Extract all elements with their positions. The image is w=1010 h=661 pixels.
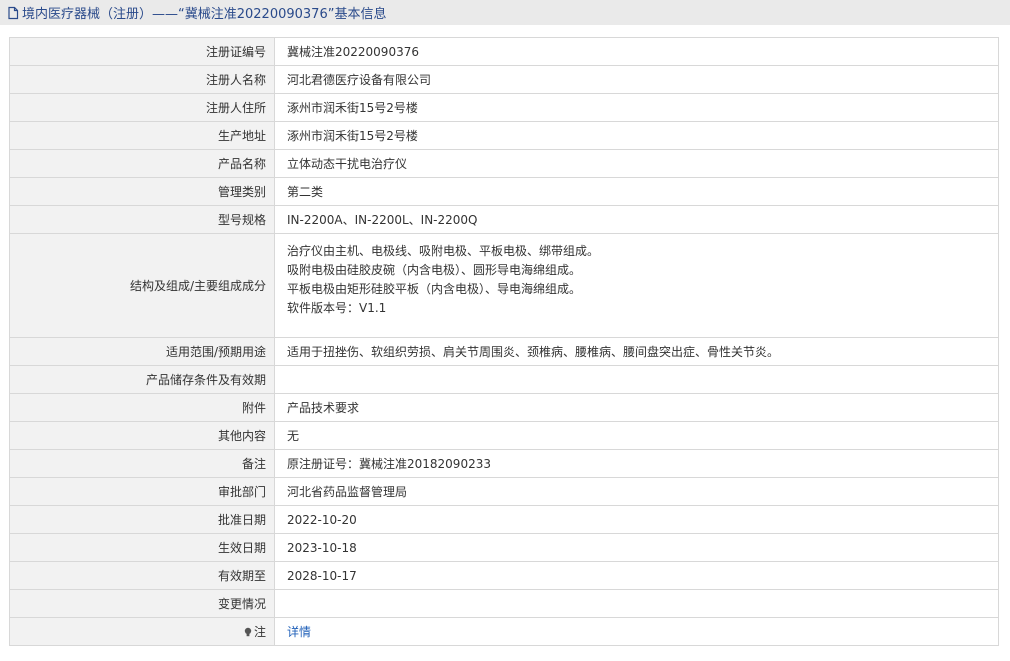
field-value: 详情 <box>274 617 999 646</box>
table-row: 批准日期 2022-10-20 <box>9 505 999 534</box>
page-header: 境内医疗器械（注册）——“冀械注准20220090376”基本信息 <box>0 0 1010 25</box>
field-value: 治疗仪由主机、电极线、吸附电极、平板电极、绑带组成。 吸附电极由硅胶皮碗（内含电… <box>274 233 999 338</box>
field-value: 河北省药品监督管理局 <box>274 477 999 506</box>
field-value <box>274 365 999 394</box>
field-value: 2023-10-18 <box>274 533 999 562</box>
table-row: 附件 产品技术要求 <box>9 393 999 422</box>
field-label: 型号规格 <box>9 205 275 234</box>
table-row: 管理类别 第二类 <box>9 177 999 206</box>
field-label: 注册人名称 <box>9 65 275 94</box>
table-row: 备注 原注册证号：冀械注准20182090233 <box>9 449 999 478</box>
field-label: 注册人住所 <box>9 93 275 122</box>
field-label: 注 <box>253 625 266 639</box>
field-value: 适用于扭挫伤、软组织劳损、肩关节周围炎、颈椎病、腰椎病、腰间盘突出症、骨性关节炎… <box>274 337 999 366</box>
field-label: 生产地址 <box>9 121 275 150</box>
field-value: 第二类 <box>274 177 999 206</box>
composition-line: 平板电极由矩形硅胶平板（内含电极）、导电海绵组成。 <box>287 282 582 296</box>
table-row: 适用范围/预期用途 适用于扭挫伤、软组织劳损、肩关节周围炎、颈椎病、腰椎病、腰间… <box>9 337 999 366</box>
table-row: 变更情况 <box>9 589 999 618</box>
field-label: 有效期至 <box>9 561 275 590</box>
document-icon <box>6 6 20 20</box>
note-label-cell: 注 <box>9 617 275 646</box>
table-row: 注册证编号 冀械注准20220090376 <box>9 37 999 66</box>
field-value: 原注册证号：冀械注准20182090233 <box>274 449 999 478</box>
lightbulb-icon <box>243 626 253 637</box>
field-label: 批准日期 <box>9 505 275 534</box>
page-title: 境内医疗器械（注册）——“冀械注准20220090376”基本信息 <box>22 7 387 22</box>
field-value: 2022-10-20 <box>274 505 999 534</box>
field-value <box>274 589 999 618</box>
table-row: 注 详情 <box>9 617 999 646</box>
field-label: 产品名称 <box>9 149 275 178</box>
table-row: 结构及组成/主要组成成分 治疗仪由主机、电极线、吸附电极、平板电极、绑带组成。 … <box>9 233 999 338</box>
field-label: 适用范围/预期用途 <box>9 337 275 366</box>
table-row: 生效日期 2023-10-18 <box>9 533 999 562</box>
field-value: IN-2200A、IN-2200L、IN-2200Q <box>274 205 999 234</box>
field-label: 变更情况 <box>9 589 275 618</box>
field-value: 冀械注准20220090376 <box>274 37 999 66</box>
field-label: 附件 <box>9 393 275 422</box>
field-value: 涿州市润禾街15号2号楼 <box>274 121 999 150</box>
table-row: 有效期至 2028-10-17 <box>9 561 999 590</box>
table-row: 型号规格 IN-2200A、IN-2200L、IN-2200Q <box>9 205 999 234</box>
field-label: 审批部门 <box>9 477 275 506</box>
field-label: 注册证编号 <box>9 37 275 66</box>
table-row: 产品储存条件及有效期 <box>9 365 999 394</box>
info-table: 注册证编号 冀械注准20220090376 注册人名称 河北君德医疗设备有限公司… <box>9 37 999 646</box>
composition-line: 吸附电极由硅胶皮碗（内含电极）、圆形导电海绵组成。 <box>287 263 582 277</box>
field-value: 产品技术要求 <box>274 393 999 422</box>
table-row: 生产地址 涿州市润禾街15号2号楼 <box>9 121 999 150</box>
table-row: 注册人名称 河北君德医疗设备有限公司 <box>9 65 999 94</box>
details-link[interactable]: 详情 <box>287 625 311 639</box>
field-value: 无 <box>274 421 999 450</box>
table-row: 产品名称 立体动态干扰电治疗仪 <box>9 149 999 178</box>
field-label: 生效日期 <box>9 533 275 562</box>
field-value: 河北君德医疗设备有限公司 <box>274 65 999 94</box>
table-row: 审批部门 河北省药品监督管理局 <box>9 477 999 506</box>
composition-line: 软件版本号：V1.1 <box>287 301 387 315</box>
table-row: 其他内容 无 <box>9 421 999 450</box>
field-value: 立体动态干扰电治疗仪 <box>274 149 999 178</box>
table-row: 注册人住所 涿州市润禾街15号2号楼 <box>9 93 999 122</box>
field-label: 其他内容 <box>9 421 275 450</box>
field-value: 涿州市润禾街15号2号楼 <box>274 93 999 122</box>
composition-line: 治疗仪由主机、电极线、吸附电极、平板电极、绑带组成。 <box>287 244 600 258</box>
field-label: 管理类别 <box>9 177 275 206</box>
field-label: 结构及组成/主要组成成分 <box>9 233 275 338</box>
field-value: 2028-10-17 <box>274 561 999 590</box>
field-label: 备注 <box>9 449 275 478</box>
field-label: 产品储存条件及有效期 <box>9 365 275 394</box>
